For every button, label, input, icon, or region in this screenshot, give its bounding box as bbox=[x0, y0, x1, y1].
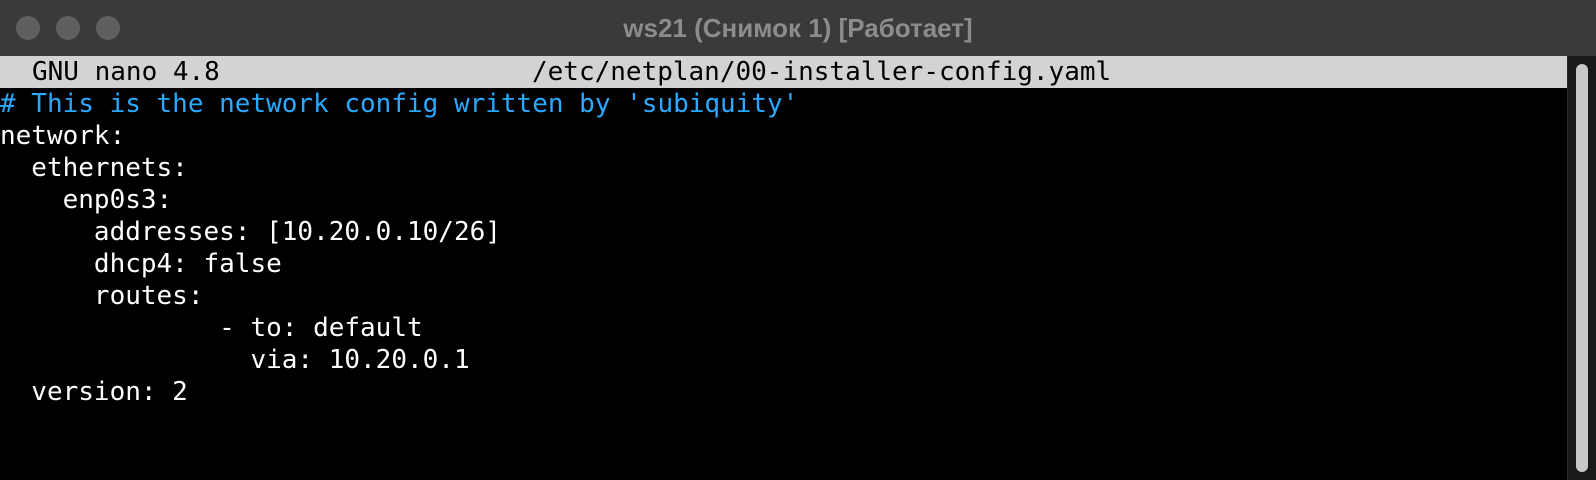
file-line-comment[interactable]: # This is the network config written by … bbox=[0, 88, 798, 120]
file-line[interactable]: - to: default bbox=[0, 312, 423, 344]
terminal-window: ws21 (Снимок 1) [Работает] GNU nano 4.8 … bbox=[0, 0, 1596, 480]
scrollbar-thumb[interactable] bbox=[1576, 64, 1588, 472]
terminal-area[interactable]: GNU nano 4.8 /etc/netplan/00-installer-c… bbox=[0, 56, 1568, 480]
file-line[interactable]: dhcp4: false bbox=[0, 248, 282, 280]
file-path-label: /etc/netplan/00-installer-config.yaml bbox=[532, 57, 1112, 87]
file-line[interactable]: version: 2 bbox=[0, 376, 188, 408]
vertical-scrollbar[interactable] bbox=[1567, 56, 1596, 480]
nano-header-bar: GNU nano 4.8 /etc/netplan/00-installer-c… bbox=[0, 56, 1568, 88]
file-line[interactable]: routes: bbox=[0, 280, 204, 312]
title-bar[interactable]: ws21 (Снимок 1) [Работает] bbox=[0, 0, 1596, 57]
file-line[interactable]: ethernets: bbox=[0, 152, 188, 184]
window-title: ws21 (Снимок 1) [Работает] bbox=[623, 13, 973, 43]
file-line[interactable]: via: 10.20.0.1 bbox=[0, 344, 469, 376]
file-line[interactable]: network: bbox=[0, 120, 125, 152]
file-line[interactable]: enp0s3: bbox=[0, 184, 173, 216]
file-line[interactable]: addresses: [10.20.0.10/26] bbox=[0, 216, 501, 248]
nano-version-label: GNU nano 4.8 bbox=[32, 57, 220, 87]
